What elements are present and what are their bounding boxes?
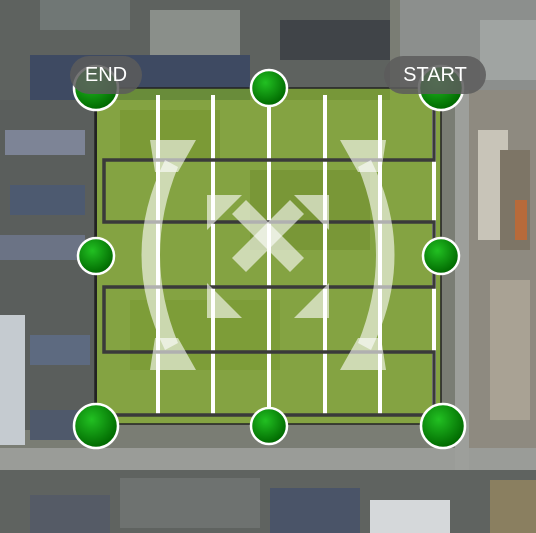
edge-handle-left[interactable] bbox=[76, 236, 116, 276]
start-label: START bbox=[384, 56, 486, 94]
corner-handle-bottom-left[interactable] bbox=[72, 402, 120, 450]
edge-handle-top[interactable] bbox=[249, 68, 289, 108]
edge-handle-bottom[interactable] bbox=[249, 406, 289, 446]
end-label: END bbox=[70, 56, 142, 94]
map-mission-planner: END START bbox=[0, 0, 536, 533]
corner-handle-bottom-right[interactable] bbox=[419, 402, 467, 450]
edge-handle-right[interactable] bbox=[421, 236, 461, 276]
